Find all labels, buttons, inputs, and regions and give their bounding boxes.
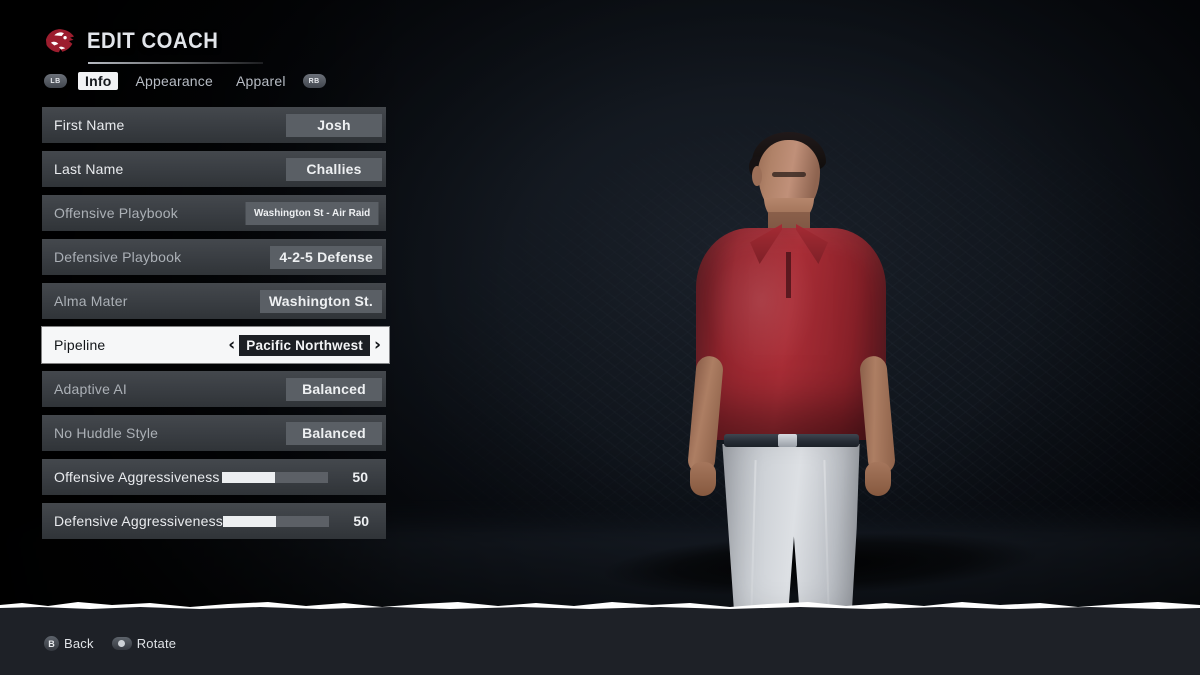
tab-bar[interactable]: LB Info Appearance Apparel RB bbox=[44, 72, 326, 90]
tab-apparel[interactable]: Apparel bbox=[230, 72, 292, 90]
row-label: Defensive Aggressiveness bbox=[54, 513, 223, 529]
footer-hint-rotate[interactable]: Rotate bbox=[111, 636, 177, 651]
coach-info-form: First Name Josh Last Name Challies Offensive… bbox=[42, 107, 389, 547]
slider-track[interactable] bbox=[222, 471, 328, 483]
form-row-no-huddle-style[interactable]: No Huddle Style Balanced bbox=[42, 415, 386, 451]
form-row-alma-mater[interactable]: Alma Mater Washington St. bbox=[42, 283, 386, 319]
row-label: Offensive Aggressiveness bbox=[54, 469, 220, 485]
slider-fill bbox=[223, 515, 276, 527]
model-arm-right bbox=[858, 355, 897, 475]
model-belt-buckle bbox=[778, 434, 797, 447]
slider-value: 50 bbox=[352, 469, 368, 485]
tab-appearance[interactable]: Appearance bbox=[129, 72, 219, 90]
model-polo-shirt bbox=[696, 228, 886, 440]
chevron-right-icon[interactable]: › bbox=[370, 336, 385, 354]
row-value[interactable]: Balanced bbox=[286, 377, 382, 401]
footer-hint-bar: B Back Rotate bbox=[0, 612, 1200, 675]
form-row-pipeline[interactable]: Pipeline ‹ Pacific Northwest › bbox=[42, 327, 389, 363]
row-value[interactable]: Josh bbox=[286, 113, 382, 137]
row-value[interactable]: Washington St. bbox=[259, 289, 382, 313]
model-brow bbox=[772, 172, 806, 177]
edit-coach-screen: EDIT COACH LB Info Appearance Apparel RB… bbox=[0, 0, 1200, 675]
row-label: Offensive Playbook bbox=[54, 205, 178, 221]
model-arm-left bbox=[686, 355, 725, 475]
slider-control[interactable]: 50 bbox=[223, 513, 383, 529]
slider-track[interactable] bbox=[223, 515, 329, 527]
footer-hint-back[interactable]: B Back bbox=[44, 636, 94, 651]
slider-control[interactable]: 50 bbox=[222, 469, 382, 485]
title-underline bbox=[88, 62, 263, 64]
slider-fill bbox=[222, 471, 275, 483]
form-row-last-name[interactable]: Last Name Challies bbox=[42, 151, 386, 187]
row-label: Adaptive AI bbox=[54, 381, 128, 397]
row-label: Pipeline bbox=[54, 337, 106, 353]
left-stick-icon bbox=[111, 637, 132, 650]
right-bumper-icon[interactable]: RB bbox=[302, 74, 326, 88]
tab-info[interactable]: Info bbox=[78, 72, 119, 90]
form-row-defensive-playbook[interactable]: Defensive Playbook 4-2-5 Defense bbox=[42, 239, 386, 275]
row-value[interactable]: 4-2-5 Defense bbox=[270, 245, 382, 269]
slider-value: 50 bbox=[353, 513, 369, 529]
row-value[interactable]: Balanced bbox=[286, 421, 382, 445]
torn-paper-divider bbox=[0, 596, 1200, 612]
row-value[interactable]: Challies bbox=[286, 157, 382, 181]
page-header: EDIT COACH bbox=[42, 24, 263, 64]
row-label: Last Name bbox=[54, 161, 124, 177]
model-shirt-placket bbox=[786, 252, 791, 298]
model-hand-left bbox=[690, 462, 716, 496]
model-hand-right bbox=[865, 462, 891, 496]
form-row-first-name[interactable]: First Name Josh bbox=[42, 107, 386, 143]
hint-label: Back bbox=[64, 636, 94, 651]
chevron-left-icon[interactable]: ‹ bbox=[224, 336, 239, 354]
form-row-defensive-aggressiveness[interactable]: Defensive Aggressiveness 50 bbox=[42, 503, 386, 539]
form-row-offensive-playbook[interactable]: Offensive Playbook Washington St - Air Ra… bbox=[42, 195, 386, 231]
cougar-head-logo-icon bbox=[42, 24, 78, 58]
left-bumper-icon[interactable]: LB bbox=[44, 74, 67, 88]
row-label: First Name bbox=[54, 117, 125, 133]
coach-character-model[interactable] bbox=[640, 120, 940, 675]
form-row-adaptive-ai[interactable]: Adaptive AI Balanced bbox=[42, 371, 386, 407]
row-value[interactable]: Pacific Northwest bbox=[239, 334, 370, 356]
row-label: No Huddle Style bbox=[54, 425, 159, 441]
b-button-icon: B bbox=[44, 636, 59, 651]
row-value[interactable]: Washington St - Air Raid bbox=[245, 201, 379, 225]
row-label: Defensive Playbook bbox=[54, 249, 182, 265]
model-ear bbox=[752, 166, 762, 186]
hint-label: Rotate bbox=[136, 636, 177, 651]
form-row-offensive-aggressiveness[interactable]: Offensive Aggressiveness 50 bbox=[42, 459, 386, 495]
page-title: EDIT COACH bbox=[87, 28, 219, 53]
row-label: Alma Mater bbox=[54, 293, 128, 309]
